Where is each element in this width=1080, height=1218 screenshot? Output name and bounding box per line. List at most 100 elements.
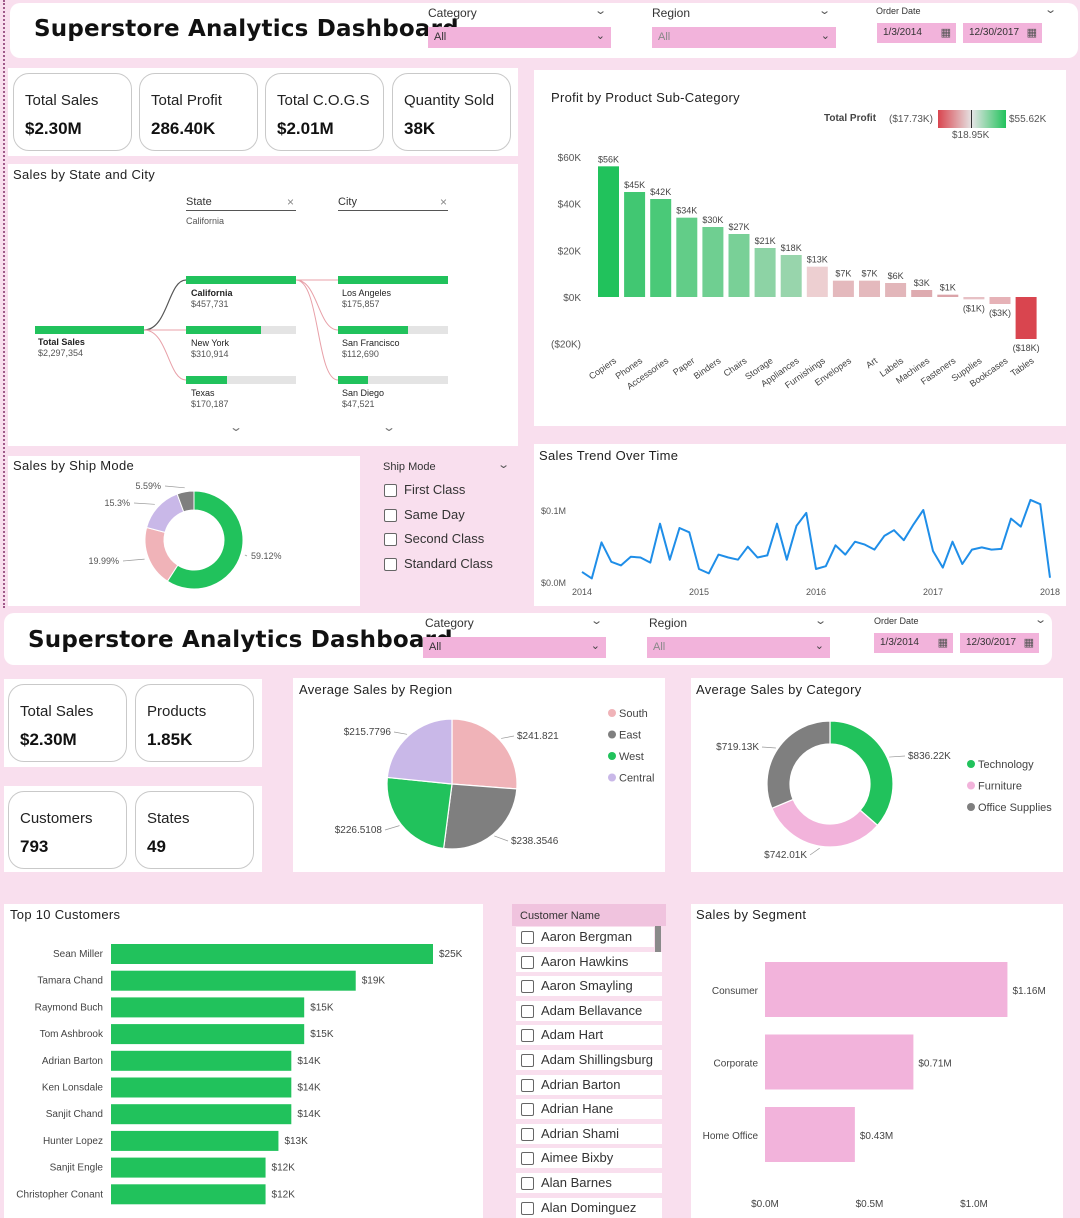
customer-bar[interactable]: [111, 1050, 292, 1071]
kpi-card-states[interactable]: States 49: [135, 791, 254, 869]
customer-list-item[interactable]: Aimee Bixby: [516, 1148, 662, 1169]
customer-bar[interactable]: [111, 1104, 292, 1125]
customer-list-item[interactable]: Alan Dominguez: [516, 1197, 662, 1218]
ship-mode-checkbox[interactable]: [384, 557, 397, 571]
profit-bar[interactable]: [911, 290, 933, 297]
customer-list-item[interactable]: Adam Shillingsburg: [516, 1050, 662, 1070]
sales-trend-line[interactable]: [581, 498, 1051, 580]
chevron-down-icon[interactable]: ⌄: [818, 4, 831, 17]
customer-list-item[interactable]: Aaron Smayling: [516, 976, 662, 997]
kpi-card-customers[interactable]: Customers 793: [8, 791, 127, 869]
customer-list-item[interactable]: Adam Hart: [516, 1025, 662, 1046]
profit-bar[interactable]: [806, 266, 828, 297]
profit-bar[interactable]: [754, 248, 776, 297]
profit-bar[interactable]: [702, 227, 724, 297]
customer-checkbox[interactable]: [521, 980, 534, 994]
ship-mode-option[interactable]: Second Class: [404, 531, 484, 546]
customer-list-item[interactable]: Adrian Hane: [516, 1099, 662, 1120]
customer-checkbox[interactable]: [521, 1152, 534, 1166]
ship-mode-option[interactable]: Standard Class: [404, 556, 493, 571]
ship-mode-checkbox[interactable]: [384, 533, 397, 546]
customer-bar[interactable]: [111, 1184, 266, 1205]
profit-bar[interactable]: [676, 217, 698, 297]
category-slicer[interactable]: All ⌄: [423, 637, 606, 658]
category-slicer[interactable]: All ⌄: [428, 27, 611, 48]
category-slice[interactable]: [829, 720, 894, 827]
customer-list-item[interactable]: Adrian Barton: [516, 1074, 662, 1095]
customer-checkbox[interactable]: [521, 1054, 534, 1067]
customer-checkbox[interactable]: [521, 1177, 534, 1190]
chevron-down-icon[interactable]: ⌄: [594, 4, 607, 17]
profit-bar[interactable]: [598, 166, 619, 297]
kpi-card-total-cogs[interactable]: Total C.O.G.S $2.01M: [265, 73, 384, 151]
date-start-input[interactable]: 1/3/2014 ▦: [877, 23, 956, 43]
profit-bar[interactable]: [989, 297, 1011, 304]
customer-checkbox[interactable]: [521, 1127, 534, 1141]
ship-mode-slice[interactable]: [144, 526, 179, 582]
profit-bar[interactable]: [650, 199, 672, 297]
customer-checkbox[interactable]: [521, 1078, 534, 1092]
region-slice[interactable]: [451, 718, 518, 790]
profit-bar[interactable]: [780, 255, 802, 297]
ship-mode-option[interactable]: First Class: [404, 482, 465, 497]
ship-mode-checkbox[interactable]: [384, 508, 397, 522]
profit-bar[interactable]: [728, 234, 750, 297]
customer-bar[interactable]: [111, 1024, 305, 1045]
profit-bar[interactable]: [885, 283, 907, 297]
city-bar[interactable]: [338, 276, 448, 284]
customer-bar[interactable]: [111, 997, 305, 1018]
chevron-down-icon[interactable]: ⌄: [1044, 3, 1057, 16]
customer-list-item[interactable]: Aaron Hawkins: [516, 951, 662, 972]
customer-checkbox[interactable]: [521, 1029, 534, 1043]
ship-mode-slice[interactable]: [146, 493, 185, 533]
category-slice[interactable]: [766, 720, 831, 810]
kpi-card-total-sales[interactable]: Total Sales $2.30M: [8, 684, 127, 762]
customer-bar[interactable]: [111, 1130, 279, 1151]
kpi-card-total-profit[interactable]: Total Profit 286.40K: [139, 73, 258, 151]
profit-bar[interactable]: [832, 280, 854, 297]
customer-bar[interactable]: [111, 970, 356, 991]
region-slice[interactable]: [442, 783, 518, 850]
customer-checkbox[interactable]: [521, 1103, 534, 1117]
date-start-input[interactable]: 1/3/2014 ▦: [874, 633, 953, 653]
customer-list-item[interactable]: Adrian Shami: [516, 1123, 662, 1144]
chevron-down-icon[interactable]: ⌄: [814, 614, 827, 627]
ship-mode-option[interactable]: Same Day: [404, 507, 465, 522]
ship-mode-checkbox[interactable]: [384, 484, 397, 497]
chevron-down-icon[interactable]: ⌄: [382, 420, 396, 434]
kpi-card-total-sales[interactable]: Total Sales $2.30M: [13, 73, 132, 151]
customer-bar[interactable]: [111, 1157, 266, 1178]
profit-bar[interactable]: [624, 192, 646, 297]
customer-bar[interactable]: [111, 944, 433, 964]
customer-bar[interactable]: [111, 1077, 292, 1098]
customer-checkbox[interactable]: [521, 931, 534, 944]
region-slicer[interactable]: All ⌄: [647, 637, 830, 658]
chevron-down-icon[interactable]: ⌄: [497, 458, 510, 471]
segment-bar[interactable]: [765, 1034, 914, 1090]
segment-bar[interactable]: [765, 962, 1008, 1017]
date-end-input[interactable]: 12/30/2017 ▦: [960, 633, 1039, 653]
region-slice[interactable]: [386, 776, 453, 850]
profit-bar[interactable]: [937, 294, 959, 297]
region-slicer[interactable]: All ⌄: [652, 27, 836, 48]
state-bar[interactable]: [186, 326, 261, 334]
customer-list-item[interactable]: Aaron Bergman: [516, 927, 654, 947]
chevron-down-icon[interactable]: ⌄: [1034, 613, 1047, 626]
tree-root-bar[interactable]: [35, 326, 144, 334]
chevron-down-icon[interactable]: ⌄: [229, 420, 243, 434]
customer-checkbox[interactable]: [521, 1004, 534, 1018]
city-bar[interactable]: [338, 326, 408, 334]
kpi-card-quantity-sold[interactable]: Quantity Sold 38K: [392, 73, 511, 151]
state-bar[interactable]: [186, 276, 296, 284]
kpi-card-products[interactable]: Products 1.85K: [135, 684, 254, 762]
customer-list-item[interactable]: Alan Barnes: [516, 1173, 662, 1193]
date-end-input[interactable]: 12/30/2017 ▦: [963, 23, 1042, 43]
city-bar[interactable]: [338, 376, 368, 384]
profit-bar[interactable]: [963, 297, 985, 300]
customer-checkbox[interactable]: [521, 1201, 534, 1215]
chevron-down-icon[interactable]: ⌄: [590, 614, 603, 627]
region-slice[interactable]: [386, 718, 453, 785]
customer-list-item[interactable]: Adam Bellavance: [516, 1000, 662, 1021]
profit-bar[interactable]: [859, 280, 880, 297]
category-slice[interactable]: [771, 798, 879, 848]
